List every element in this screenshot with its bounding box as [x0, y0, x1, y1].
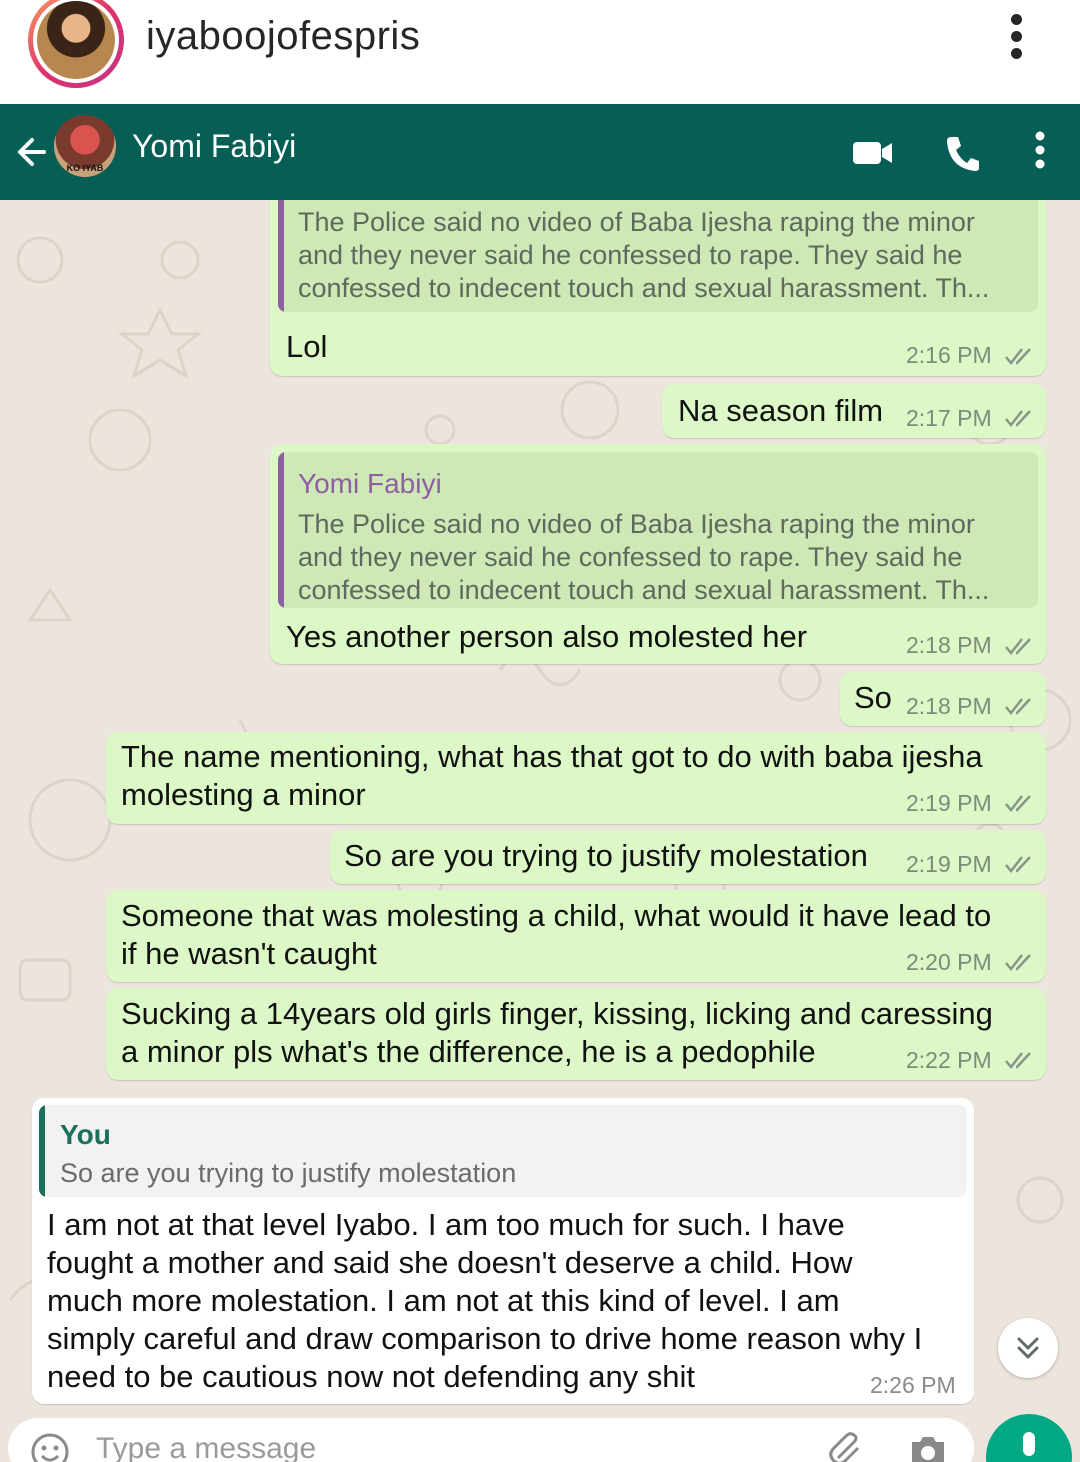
message-time: 2:18 PM — [906, 693, 992, 719]
message-text: much more molestation. I am not at this … — [47, 1283, 840, 1318]
message-text: need to be cautious now not defending an… — [47, 1359, 696, 1394]
double-check-icon — [1005, 410, 1031, 427]
phone-icon[interactable] — [944, 132, 980, 172]
double-check-icon — [1005, 698, 1031, 715]
chat-header: KO IYAB Yomi Fabiyi — [0, 104, 1080, 200]
quoted-text-line: So are you trying to justify molestation — [60, 1158, 517, 1188]
quote-bar — [278, 452, 284, 608]
contact-name[interactable]: Yomi Fabiyi — [132, 128, 296, 165]
emoji-icon[interactable] — [30, 1432, 70, 1462]
message-bubble-outgoing[interactable]: Yomi Fabiyi The Police said no video of … — [270, 444, 1046, 664]
message-text: I am not at that level Iyabo. I am too m… — [47, 1207, 845, 1242]
quoted-text-line: confessed to indecent touch and sexual h… — [298, 575, 990, 605]
quoted-message[interactable]: You So are you trying to justify molesta… — [39, 1105, 967, 1197]
message-time: 2:26 PM — [870, 1372, 956, 1398]
quoted-text-line: and they never said he confessed to rape… — [298, 542, 963, 572]
message-text: The name mentioning, what has that got t… — [121, 739, 983, 774]
avatar-caption: KO IYAB — [66, 163, 104, 173]
message-text: if he wasn't caught — [121, 936, 377, 971]
instagram-username[interactable]: iyaboojofespris — [146, 14, 420, 59]
message-time: 2:22 PM — [906, 1047, 992, 1073]
double-check-icon — [1005, 1052, 1031, 1069]
message-bubble-outgoing[interactable]: So 2:18 PM — [840, 672, 1046, 726]
message-text: So — [854, 680, 892, 715]
message-text: molesting a minor — [121, 777, 366, 812]
message-time: 2:19 PM — [906, 851, 992, 877]
message-time: 2:17 PM — [906, 405, 992, 431]
mic-icon — [1023, 1432, 1035, 1456]
quoted-sender: You — [60, 1119, 111, 1150]
instagram-avatar[interactable] — [28, 0, 124, 88]
double-check-icon — [1005, 954, 1031, 971]
message-text: Yes another person also molested her — [286, 619, 808, 654]
message-bubble-outgoing[interactable]: Na season film 2:17 PM — [662, 384, 1046, 438]
message-text: Sucking a 14years old girls finger, kiss… — [121, 996, 993, 1031]
double-check-icon — [1005, 348, 1031, 365]
message-text: Lol — [286, 329, 328, 364]
chevron-double-down-icon — [1017, 1337, 1039, 1359]
message-text: So are you trying to justify molestation — [344, 838, 868, 873]
back-arrow-icon[interactable] — [14, 130, 50, 174]
message-text: Someone that was molesting a child, what… — [121, 898, 992, 933]
quoted-sender: Yomi Fabiyi — [298, 468, 442, 499]
quote-bar — [39, 1105, 45, 1197]
contact-avatar[interactable]: KO IYAB — [54, 115, 116, 177]
message-time: 2:16 PM — [906, 342, 992, 368]
quoted-text-line: The Police said no video of Baba Ijesha … — [298, 207, 975, 237]
chat-area[interactable]: The Police said no video of Baba Ijesha … — [0, 200, 1080, 1462]
instagram-post-header: iyaboojofespris — [0, 0, 1080, 104]
quote-bar — [278, 200, 284, 312]
quoted-text-line: confessed to indecent touch and sexual h… — [298, 273, 990, 303]
message-bubble-outgoing[interactable]: Sucking a 14years old girls finger, kiss… — [106, 988, 1046, 1080]
message-time: 2:20 PM — [906, 949, 992, 975]
message-bubble-outgoing[interactable]: The name mentioning, what has that got t… — [106, 732, 1046, 824]
message-time: 2:19 PM — [906, 790, 992, 816]
quoted-text-line: and they never said he confessed to rape… — [298, 240, 963, 270]
double-check-icon — [1005, 795, 1031, 812]
quoted-message[interactable]: The Police said no video of Baba Ijesha … — [278, 200, 1038, 312]
message-text: simply careful and draw comparison to dr… — [47, 1321, 923, 1356]
message-input[interactable]: Type a message — [96, 1432, 316, 1462]
message-time: 2:18 PM — [906, 632, 992, 658]
message-text: fought a mother and said she doesn't des… — [47, 1245, 853, 1280]
double-check-icon — [1005, 856, 1031, 873]
camera-icon[interactable] — [908, 1434, 948, 1462]
message-text: Na season film — [678, 393, 884, 428]
message-composer[interactable]: Type a message — [8, 1418, 974, 1462]
more-vertical-icon[interactable] — [1030, 130, 1050, 170]
message-bubble-outgoing[interactable]: The Police said no video of Baba Ijesha … — [270, 200, 1046, 376]
quoted-text-line: The Police said no video of Baba Ijesha … — [298, 509, 975, 539]
double-check-icon — [1005, 638, 1031, 655]
message-bubble-outgoing[interactable]: Someone that was molesting a child, what… — [106, 890, 1046, 982]
message-bubble-incoming[interactable]: You So are you trying to justify molesta… — [32, 1098, 974, 1404]
video-call-icon[interactable] — [852, 132, 894, 172]
attach-icon[interactable] — [828, 1432, 864, 1462]
message-text: a minor pls what's the difference, he is… — [121, 1034, 816, 1069]
scroll-to-bottom-button[interactable] — [998, 1318, 1058, 1378]
message-bubble-outgoing[interactable]: So are you trying to justify molestation… — [330, 830, 1046, 884]
more-options-icon[interactable] — [1004, 14, 1028, 60]
quoted-message[interactable]: Yomi Fabiyi The Police said no video of … — [278, 452, 1038, 608]
